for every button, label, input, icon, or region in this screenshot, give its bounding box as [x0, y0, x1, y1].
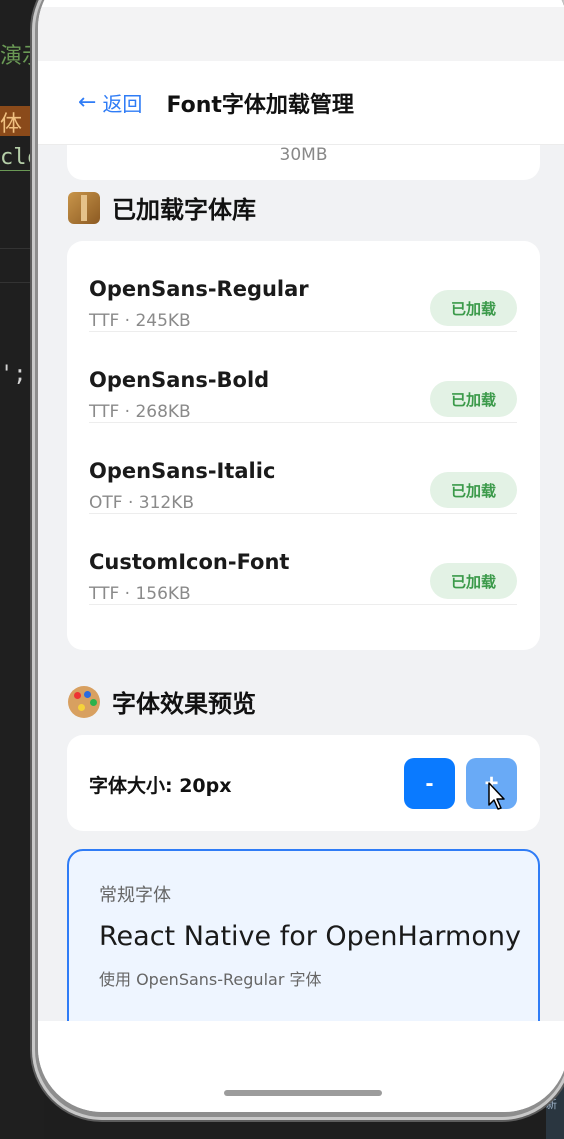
list-item[interactable]: OpenSans-Italic OTF · 312KB 已加载	[89, 423, 517, 514]
preview-font-note: 使用 OpenSans-Regular 字体	[99, 970, 322, 989]
code-line: ';	[0, 362, 27, 387]
home-indicator[interactable]	[224, 1090, 382, 1096]
status-bar	[38, 0, 564, 7]
page-title: Font字体加载管理	[166, 92, 354, 118]
preview-sample-text: React Native for OpenHarmony	[99, 921, 521, 952]
status-badge: 已加载	[430, 563, 517, 599]
font-meta: OTF · 312KB	[89, 493, 195, 513]
back-label: 返回	[102, 92, 143, 116]
status-badge: 已加载	[430, 472, 517, 508]
preview-section-label: 字体效果预览	[112, 690, 256, 718]
font-name: OpenSans-Bold	[89, 368, 270, 392]
back-button[interactable]: ← 返回	[78, 88, 142, 117]
arrow-left-icon: ←	[78, 89, 97, 115]
list-item[interactable]: OpenSans-Regular TTF · 245KB 已加载	[89, 241, 517, 332]
status-spacer	[38, 7, 564, 61]
navigation-bar: ← 返回 Font字体加载管理	[38, 61, 564, 145]
status-badge: 已加载	[430, 381, 517, 417]
code-line-highlighted: 体	[0, 106, 34, 137]
bottom-safe-area	[38, 1021, 564, 1112]
font-name: CustomIcon-Font	[89, 550, 290, 574]
phone-screen: ← 返回 Font字体加载管理 30MB 已加载字体库 OpenSans-Reg…	[38, 0, 564, 1112]
font-meta: TTF · 245KB	[89, 311, 191, 331]
font-library-list: OpenSans-Regular TTF · 245KB 已加载 OpenSan…	[67, 241, 540, 650]
font-name: OpenSans-Italic	[89, 459, 276, 483]
info-card: 30MB	[67, 145, 540, 180]
font-size-label: 字体大小: 20px	[89, 775, 232, 797]
info-card-value: 30MB	[279, 145, 328, 165]
preview-label: 常规字体	[99, 885, 171, 906]
list-item[interactable]: OpenSans-Bold TTF · 268KB 已加载	[89, 332, 517, 423]
font-name: OpenSans-Regular	[89, 277, 309, 301]
decrease-size-button[interactable]: -	[404, 758, 455, 809]
font-meta: TTF · 268KB	[89, 402, 191, 422]
list-item[interactable]: CustomIcon-Font TTF · 156KB 已加载	[89, 514, 517, 605]
mouse-cursor-icon	[488, 782, 505, 810]
font-preview-card[interactable]: 常规字体 React Native for OpenHarmony 使用 Ope…	[67, 849, 540, 1021]
scroll-content[interactable]: 30MB 已加载字体库 OpenSans-Regular TTF · 245KB…	[38, 145, 564, 1021]
package-box-icon	[68, 191, 100, 224]
preview-section-title: 字体效果预览	[68, 684, 256, 719]
palette-icon	[68, 685, 100, 718]
font-size-control: 字体大小: 20px - +	[67, 735, 540, 831]
status-badge: 已加载	[430, 290, 517, 326]
library-section-title: 已加载字体库	[68, 190, 256, 225]
library-section-label: 已加载字体库	[112, 196, 256, 224]
font-meta: TTF · 156KB	[89, 584, 191, 604]
